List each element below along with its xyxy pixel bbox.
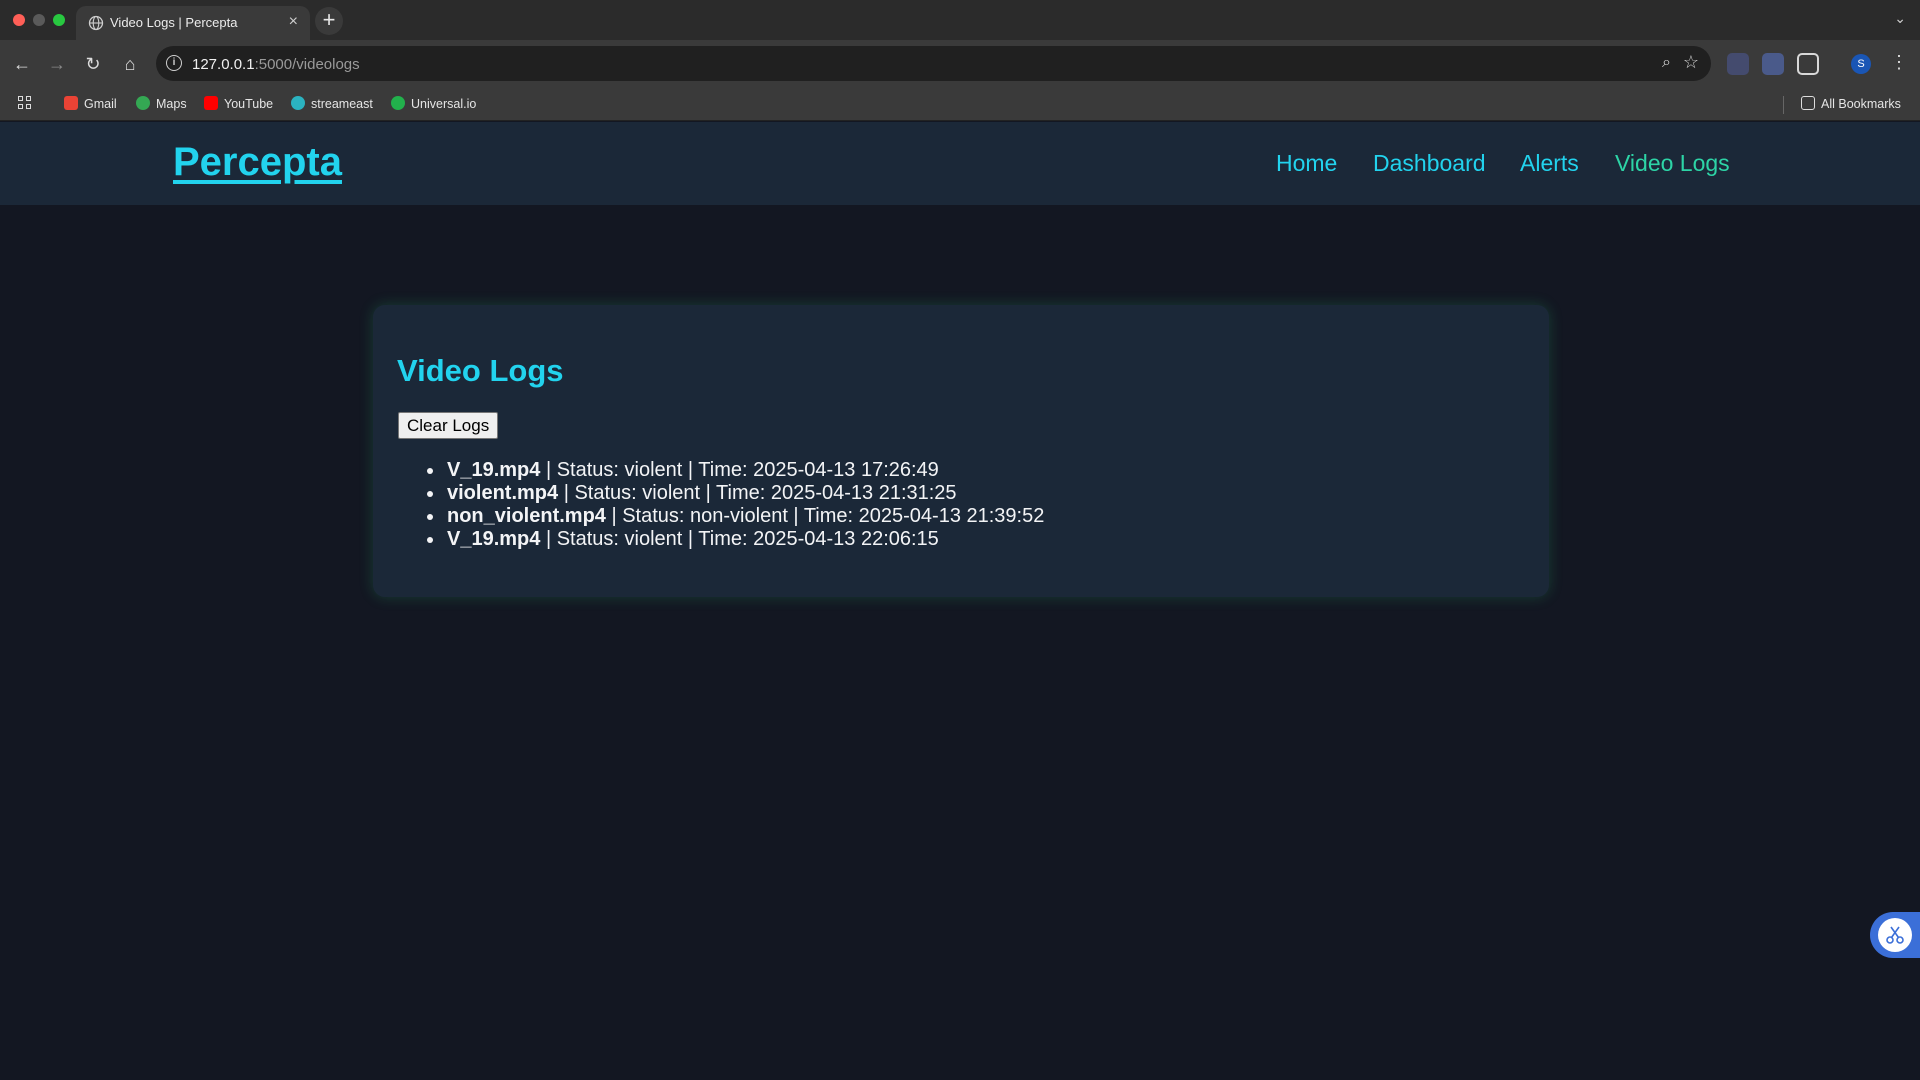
tab-close-icon[interactable]: × — [289, 14, 298, 30]
address-bar[interactable]: i 127.0.0.1:5000/videologs ⌕ ☆ — [156, 46, 1711, 81]
maximize-window-button[interactable] — [53, 14, 65, 26]
bookmark-streameast[interactable]: streameast — [291, 96, 373, 111]
bookmark-maps[interactable]: Maps — [136, 96, 187, 111]
video-logs-card: Video Logs Clear Logs V_19.mp4 | Status:… — [373, 305, 1549, 597]
tab-strip: Video Logs | Percepta × + ⌄ — [0, 0, 1920, 40]
globe-icon — [88, 15, 104, 31]
site-info-icon[interactable]: i — [166, 55, 182, 71]
apps-grid-icon[interactable] — [18, 96, 32, 110]
log-detail: | Status: violent | Time: 2025-04-13 17:… — [540, 459, 939, 481]
nav-video-logs[interactable]: Video Logs — [1615, 150, 1730, 177]
universal-icon — [391, 96, 405, 110]
log-entry: violent.mp4 | Status: violent | Time: 20… — [423, 482, 1044, 505]
tab-title: Video Logs | Percepta — [110, 15, 238, 30]
site-header: Percepta Home Dashboard Alerts Video Log… — [0, 122, 1920, 205]
log-filename: V_19.mp4 — [447, 459, 541, 481]
browser-menu-icon[interactable]: ⋮ — [1890, 52, 1908, 73]
bookmarks-divider — [1783, 96, 1784, 114]
browser-tab[interactable]: Video Logs | Percepta × — [76, 6, 310, 40]
gmail-icon — [64, 96, 78, 110]
extension-icon[interactable] — [1727, 53, 1749, 75]
profile-avatar[interactable]: S — [1851, 54, 1871, 74]
log-detail: | Status: violent | Time: 2025-04-13 21:… — [558, 482, 957, 504]
reload-icon[interactable]: ↻ — [82, 53, 104, 75]
streameast-icon — [291, 96, 305, 110]
bookmark-youtube[interactable]: YouTube — [204, 96, 273, 111]
maps-icon — [136, 96, 150, 110]
nav-alerts[interactable]: Alerts — [1520, 150, 1579, 177]
folder-icon — [1801, 96, 1815, 110]
all-bookmarks-button[interactable]: All Bookmarks — [1801, 96, 1901, 111]
back-arrow-icon[interactable]: ← — [11, 53, 33, 75]
nav-dashboard[interactable]: Dashboard — [1373, 150, 1486, 177]
log-entry: V_19.mp4 | Status: violent | Time: 2025-… — [423, 528, 1044, 551]
forward-arrow-icon[interactable]: → — [46, 53, 68, 75]
page-title: Video Logs — [397, 353, 564, 388]
bookmark-star-icon[interactable]: ☆ — [1683, 52, 1699, 73]
log-detail: | Status: violent | Time: 2025-04-13 22:… — [540, 528, 939, 550]
log-entry: V_19.mp4 | Status: violent | Time: 2025-… — [423, 459, 1044, 482]
clear-logs-button[interactable]: Clear Logs — [398, 412, 499, 439]
log-detail: | Status: non-violent | Time: 2025-04-13… — [605, 505, 1045, 527]
browser-toolbar: ← → ↻ ⌂ i 127.0.0.1:5000/videologs ⌕ ☆ S… — [0, 40, 1920, 87]
log-list: V_19.mp4 | Status: violent | Time: 2025-… — [423, 459, 1044, 551]
bookmark-gmail[interactable]: Gmail — [64, 96, 117, 111]
nav-home[interactable]: Home — [1276, 150, 1337, 177]
youtube-icon — [204, 96, 218, 110]
home-icon[interactable]: ⌂ — [119, 53, 141, 75]
close-window-button[interactable] — [13, 14, 25, 26]
scissors-icon — [1878, 918, 1912, 952]
log-filename: V_19.mp4 — [447, 528, 541, 550]
minimize-window-button[interactable] — [33, 14, 45, 26]
site-logo[interactable]: Percepta — [173, 140, 342, 185]
tab-search-chevron-icon[interactable]: ⌄ — [1894, 10, 1906, 27]
zoom-icon[interactable]: ⌕ — [1662, 54, 1671, 72]
log-entry: non_violent.mp4 | Status: non-violent | … — [423, 505, 1044, 528]
extensions-puzzle-icon[interactable] — [1797, 53, 1819, 75]
extension-icon[interactable] — [1762, 53, 1784, 75]
log-filename: non_violent.mp4 — [447, 505, 606, 527]
bookmarks-bar — [0, 87, 1920, 121]
bookmark-universal[interactable]: Universal.io — [391, 96, 476, 111]
floating-extension-button[interactable] — [1870, 912, 1920, 958]
url-path: :5000/videologs — [254, 56, 360, 73]
url-text[interactable]: 127.0.0.1:5000/videologs — [192, 56, 360, 73]
new-tab-button[interactable]: + — [315, 7, 343, 35]
url-host: 127.0.0.1 — [192, 56, 255, 73]
log-filename: violent.mp4 — [447, 482, 559, 504]
